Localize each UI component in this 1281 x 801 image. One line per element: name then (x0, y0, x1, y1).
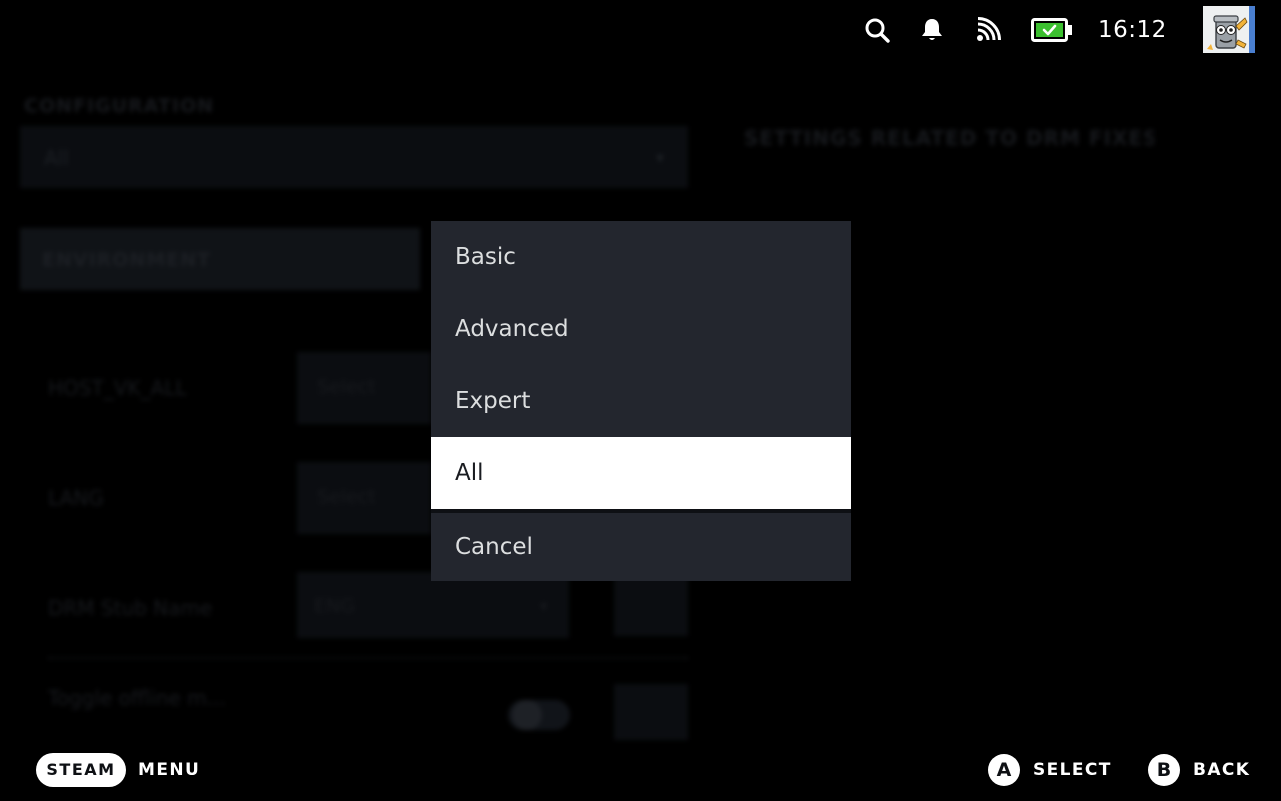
screen: CONFIGURATION All ▾ ENVIRONMENT SETTINGS… (0, 0, 1281, 801)
row-divider (48, 657, 688, 659)
search-icon[interactable] (862, 15, 892, 45)
environment-header: ENVIRONMENT (42, 249, 212, 271)
setting-label: DRM Stub Name (48, 596, 213, 620)
setting-label: HOST_VK_ALL (48, 376, 187, 400)
setting-side-button (614, 576, 688, 636)
configuration-dropdown (20, 126, 688, 188)
menu-item-advanced[interactable]: Advanced (431, 293, 851, 365)
setting-chevron-icon: ▾ (540, 597, 548, 615)
battery-icon (1030, 16, 1074, 44)
select-label: SELECT (1033, 760, 1112, 780)
bell-icon[interactable] (917, 15, 947, 45)
right-section-header: SETTINGS RELATED TO DRM FIXES (744, 126, 1154, 150)
configuration-chevron-icon: ▾ (656, 148, 665, 167)
toggle-knob (512, 700, 542, 730)
setting-label: Toggle offline m... (48, 686, 226, 710)
menu-label: MENU (138, 760, 201, 780)
menu-item-expert[interactable]: Expert (431, 365, 851, 437)
configuration-value: All (44, 146, 69, 170)
menu-item-basic[interactable]: Basic (431, 221, 851, 293)
setting-side-button (614, 684, 688, 740)
setting-value: Select (317, 486, 376, 508)
menu-item-cancel[interactable]: Cancel (431, 513, 851, 581)
b-button-icon[interactable]: B (1148, 754, 1180, 786)
avatar[interactable] (1203, 6, 1255, 53)
clock: 16:12 (1098, 17, 1167, 43)
menu-item-all[interactable]: All (431, 437, 851, 509)
back-label: BACK (1193, 760, 1251, 780)
setting-value: ENG (314, 595, 355, 617)
steam-button[interactable]: STEAM (36, 753, 126, 787)
setting-label: LANG (48, 486, 104, 510)
a-button-icon[interactable]: A (988, 754, 1020, 786)
cast-icon[interactable] (973, 15, 1003, 45)
configuration-options-menu: Basic Advanced Expert All Cancel (431, 221, 851, 581)
configuration-title: CONFIGURATION (24, 95, 215, 117)
setting-value: Select (317, 376, 376, 398)
